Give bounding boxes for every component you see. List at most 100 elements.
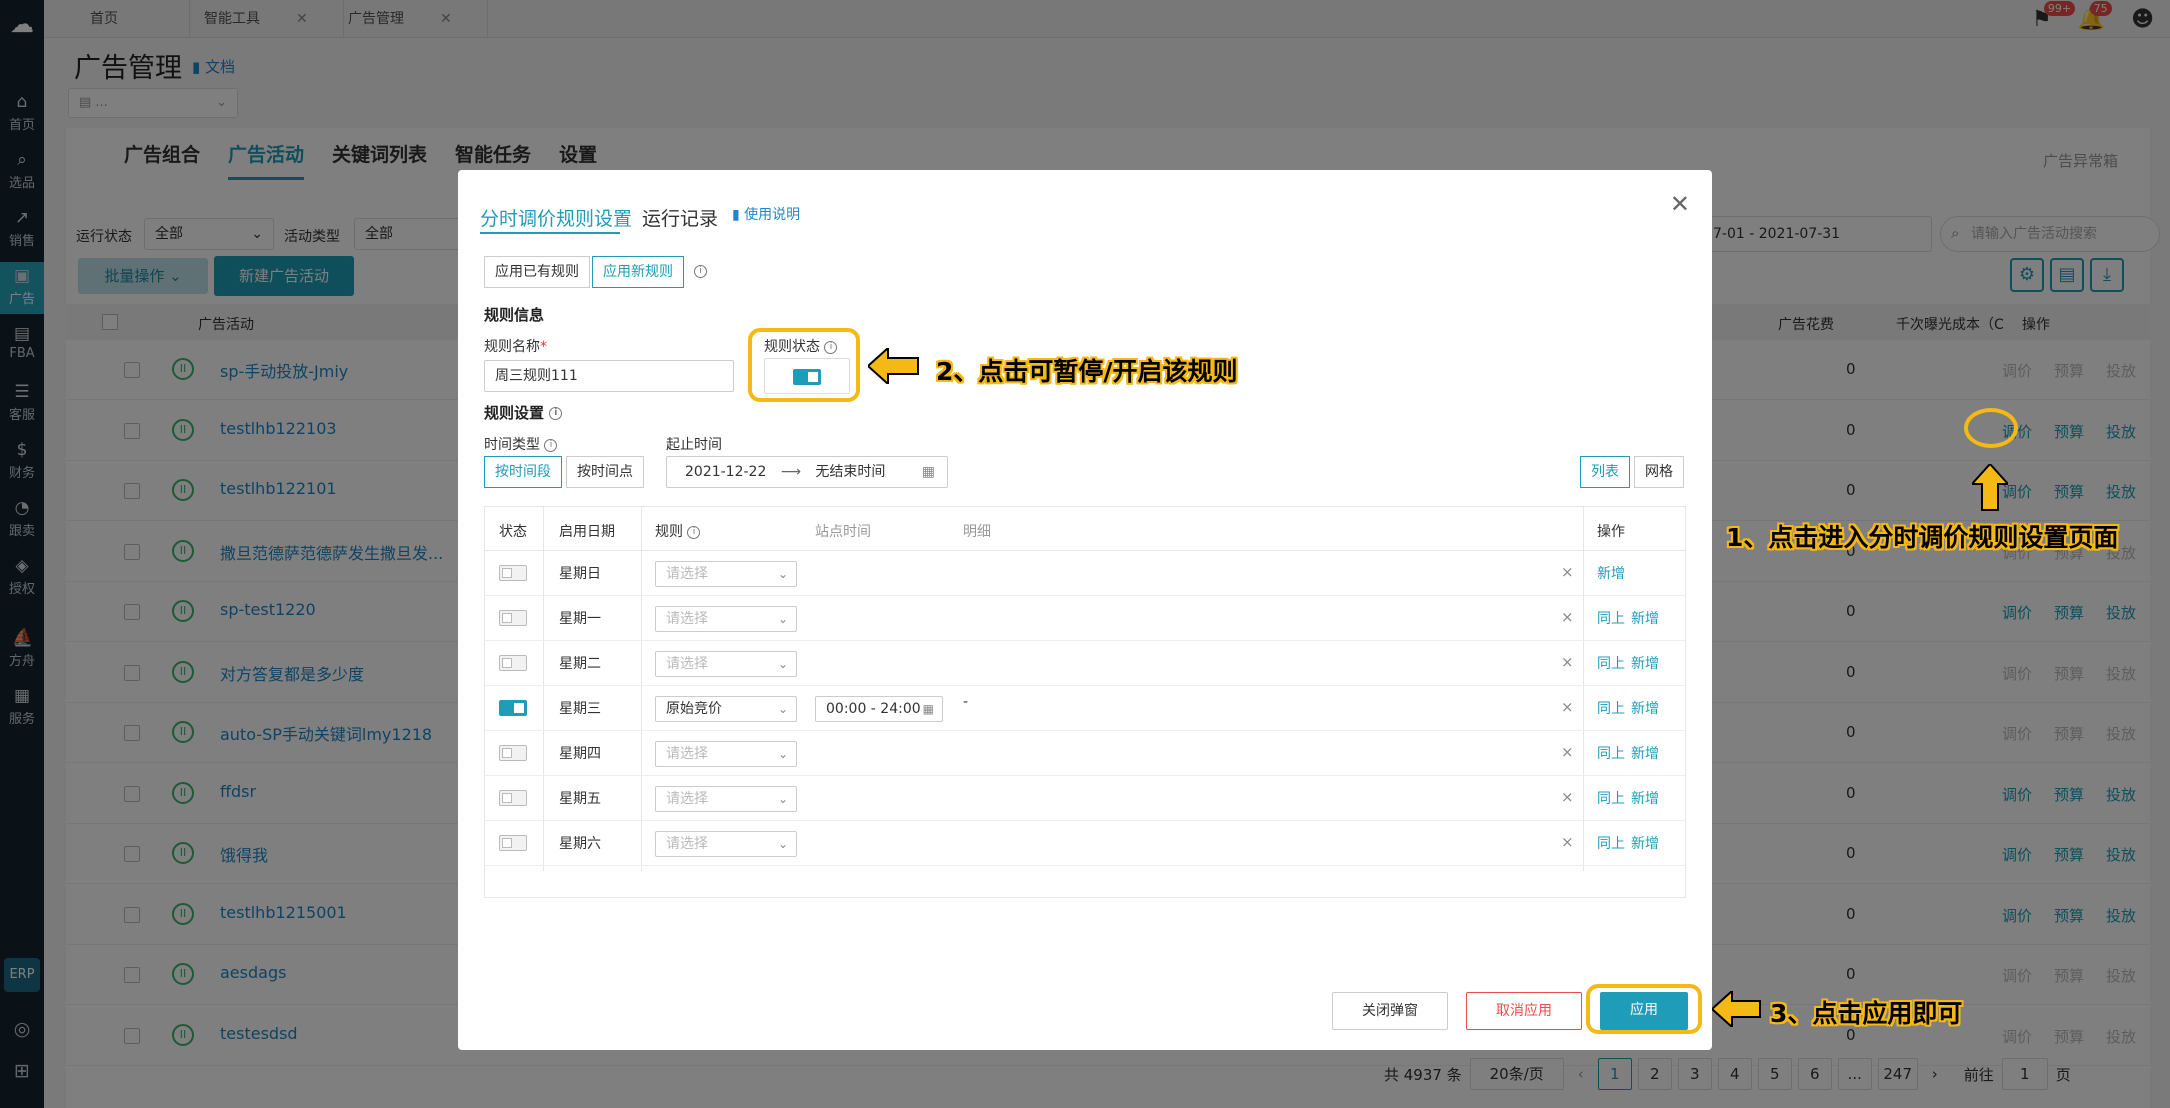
arrow-right-icon: ⟶ [780,464,801,480]
info-icon: i [694,265,707,278]
time-based-bid-modal: 分时调价规则设置 运行记录 ▮ 使用说明 ✕ 应用已有规则 应用新规则 i 规则… [458,170,1712,1050]
arrow-left-icon [868,348,919,384]
arrow-left-icon [1712,991,1761,1027]
same-as-above-link[interactable]: 同上 [1597,608,1625,628]
delete-icon[interactable]: × [1561,788,1574,806]
info-icon: i [544,438,558,452]
chevron-down-icon: ⌄ [777,567,788,581]
add-link[interactable]: 新增 [1631,608,1659,628]
cancel-apply-button[interactable]: 取消应用 [1466,992,1582,1030]
end-date: 无结束时间 [815,464,886,480]
view-grid-button[interactable]: 网格 [1634,456,1684,488]
day-toggle[interactable] [499,610,527,626]
rule-settings-heading: 规则设置 i [484,402,563,423]
rule-select-value: 原始竞价 [666,701,722,717]
rule-table: 状态 启用日期 规则 i 站点时间 明细 操作 星期日 请选择 ⌄ × 新增 星期一 请选择… [484,506,1686,898]
col-rule-text: 规则 [655,524,683,540]
time-range-value: 00:00 - 24:00 [826,701,921,717]
rule-select[interactable]: 请选择 ⌄ [655,831,797,857]
by-point-button[interactable]: 按时间点 [566,456,644,488]
day-label: 星期四 [559,746,601,762]
rule-select[interactable]: 请选择 ⌄ [655,651,797,677]
same-as-above-link[interactable]: 同上 [1597,788,1625,808]
delete-icon[interactable]: × [1561,698,1574,716]
highlight-apply [1586,984,1702,1034]
time-type-text: 时间类型 [484,437,540,453]
time-type-label: 时间类型 i [484,434,558,454]
same-as-above-link[interactable]: 同上 [1597,833,1625,853]
rule-row: 星期一 请选择 ⌄ × 同上 新增 [485,596,1685,641]
delete-icon[interactable]: × [1561,833,1574,851]
view-list-button[interactable]: 列表 [1580,456,1630,488]
day-toggle[interactable] [499,745,527,761]
delete-icon[interactable]: × [1561,608,1574,626]
add-link[interactable]: 新增 [1631,698,1659,718]
highlight-rule-status [748,328,860,402]
rule-select-value: 请选择 [666,791,708,807]
same-as-above-link[interactable]: 同上 [1597,743,1625,763]
start-end-label: 起止时间 [666,437,722,453]
by-period-button[interactable]: 按时间段 [484,456,562,488]
rule-select[interactable]: 请选择 ⌄ [655,561,797,587]
day-toggle[interactable] [499,565,527,581]
add-link[interactable]: 新增 [1631,743,1659,763]
delete-icon[interactable]: × [1561,563,1574,581]
tab-time-bid-rules[interactable]: 分时调价规则设置 [480,204,632,231]
clock-icon: ▦ [922,702,934,716]
day-label: 星期二 [559,656,601,672]
add-link[interactable]: 新增 [1631,833,1659,853]
highlight-bid-adjust [1964,408,2018,448]
rule-table-header: 状态 启用日期 规则 i 站点时间 明细 操作 [485,507,1685,551]
col-site-time: 站点时间 [815,524,871,540]
day-toggle[interactable] [499,835,527,851]
delete-icon[interactable]: × [1561,653,1574,671]
day-toggle[interactable] [499,790,527,806]
rule-name-input[interactable]: 周三规则111 [484,360,734,392]
info-icon: i [687,525,701,539]
same-as-above-link[interactable]: 同上 [1597,698,1625,718]
date-range-input[interactable]: 2021-12-22 ⟶ 无结束时间 ▦ [666,456,948,488]
rule-row: 星期二 请选择 ⌄ × 同上 新增 [485,641,1685,686]
day-toggle[interactable] [499,655,527,671]
rule-select[interactable]: 请选择 ⌄ [655,786,797,812]
day-label: 星期三 [559,701,601,717]
close-icon[interactable]: ✕ [1670,190,1690,218]
rule-row: 星期四 请选择 ⌄ × 同上 新增 [485,731,1685,776]
annotation-3: 3、点击应用即可 [1770,999,1963,1028]
chevron-down-icon: ⌄ [777,612,788,626]
annotation-1: 1、点击进入分时调价规则设置页面 [1726,523,2119,552]
annotation-2: 2、点击可暂停/开启该规则 [936,357,1238,386]
detail-value: - [963,694,969,710]
day-label: 星期一 [559,611,601,627]
help-link-label: 使用说明 [744,207,801,223]
delete-icon[interactable]: × [1561,743,1574,761]
time-range-input[interactable]: 00:00 - 24:00 ▦ [815,696,943,722]
chevron-down-icon: ⌄ [777,837,788,851]
col-ops: 操作 [1597,524,1625,540]
same-as-above-link[interactable]: 同上 [1597,653,1625,673]
help-link[interactable]: ▮ 使用说明 [732,204,800,224]
rule-row: 星期日 请选择 ⌄ × 新增 [485,551,1685,596]
tab-run-records[interactable]: 运行记录 [642,204,718,231]
add-link[interactable]: 新增 [1631,788,1659,808]
rule-select-value: 请选择 [666,746,708,762]
col-rule: 规则 i [655,521,701,541]
apply-existing-rule-button[interactable]: 应用已有规则 [484,256,590,288]
rule-select-value: 请选择 [666,656,708,672]
add-link[interactable]: 新增 [1631,653,1659,673]
rule-select-value: 请选择 [666,611,708,627]
chevron-down-icon: ⌄ [777,792,788,806]
rule-select[interactable]: 请选择 ⌄ [655,606,797,632]
book-icon: ▮ [732,207,745,223]
day-toggle[interactable] [499,700,527,716]
rule-select[interactable]: 请选择 ⌄ [655,741,797,767]
start-date: 2021-12-22 [685,464,767,480]
add-link[interactable]: 新增 [1597,563,1625,583]
apply-new-rule-button[interactable]: 应用新规则 [592,256,684,288]
chevron-down-icon: ⌄ [777,702,788,716]
rule-info-heading: 规则信息 [484,306,545,324]
rule-select[interactable]: 原始竞价 ⌄ [655,696,797,722]
close-modal-button[interactable]: 关闭弹窗 [1332,992,1448,1030]
rule-row: 星期五 请选择 ⌄ × 同上 新增 [485,776,1685,821]
col-detail: 明细 [963,524,991,540]
